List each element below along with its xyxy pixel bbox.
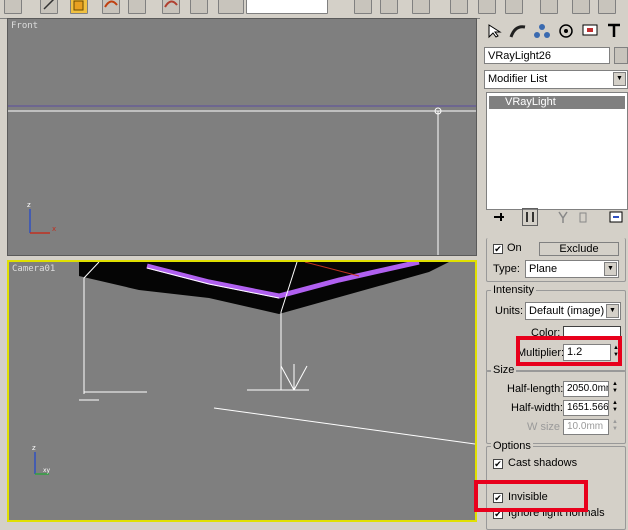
w-size-spinner-icon[interactable]: ▲ ▼	[611, 419, 619, 435]
type-value: Plane	[529, 263, 558, 275]
size-group: Size Half-length: 2050.0mm ▲▼ Half-width…	[486, 364, 626, 444]
material-editor-button[interactable]	[505, 0, 523, 14]
utilities-tab-icon[interactable]	[604, 20, 624, 42]
modifier-list-dropdown[interactable]: Modifier List ▼	[484, 70, 628, 89]
half-length-field[interactable]: 2050.0mm	[563, 381, 609, 397]
align-tool-button[interactable]	[380, 0, 398, 14]
stack-item-vraylight[interactable]: VRayLight	[489, 96, 625, 109]
curve-editor-button[interactable]	[450, 0, 468, 14]
half-width-spinner-icon[interactable]: ▲ ▼	[611, 400, 619, 416]
svg-text:x: x	[52, 225, 56, 233]
cast-shadows-checkbox[interactable]: ✔	[493, 459, 503, 469]
command-panel: VRayLight26 Modifier List ▼ VRayLight ✔ …	[480, 18, 628, 530]
on-checkbox[interactable]: ✔	[493, 244, 503, 254]
w-size-field[interactable]: 10.0mm	[563, 419, 609, 435]
chevron-down-icon: ▼	[606, 304, 619, 318]
half-length-spinner-icon[interactable]: ▲ ▼	[611, 381, 619, 397]
axis-tripod-icon: z xy	[32, 444, 51, 475]
move-tool-button[interactable]	[40, 0, 58, 14]
hierarchy-tab-icon[interactable]	[532, 20, 552, 42]
link-tool-button[interactable]	[102, 0, 120, 14]
camera-scene: z xy	[32, 262, 475, 475]
configure-modifier-sets-icon[interactable]	[608, 210, 624, 227]
display-tab-icon[interactable]	[580, 20, 600, 42]
remove-modifier-icon[interactable]	[576, 210, 590, 227]
cast-shadows-label: Cast shadows	[508, 457, 578, 469]
svg-text:z: z	[27, 201, 31, 209]
bind-tool-button[interactable]	[128, 0, 146, 14]
size-title: Size	[491, 364, 517, 376]
camera-viewport[interactable]: Camera01 z xy	[7, 260, 477, 522]
select-tool-button[interactable]	[4, 0, 22, 14]
type-label: Type:	[493, 263, 520, 275]
render-frame-button[interactable]	[572, 0, 590, 14]
half-length-label: Half-length:	[507, 383, 564, 395]
w-size-label: W size	[527, 421, 560, 433]
axis-tripod-icon: z x	[27, 201, 56, 234]
box-icon-button[interactable]	[70, 0, 88, 14]
render-setup-button[interactable]	[540, 0, 558, 14]
on-label: On	[507, 242, 522, 254]
type-dropdown[interactable]: Plane ▼	[525, 260, 619, 278]
unlink-tool-button[interactable]	[162, 0, 180, 14]
modify-tab-icon[interactable]	[508, 20, 528, 42]
schematic-button[interactable]	[478, 0, 496, 14]
main-toolbar	[0, 0, 628, 19]
half-width-field[interactable]: 1651.566	[563, 400, 609, 416]
front-scene: z x	[8, 105, 476, 255]
chevron-down-icon: ▼	[613, 72, 626, 86]
reference-coord-button[interactable]	[218, 0, 244, 14]
rotate-tool-button[interactable]	[190, 0, 208, 14]
pin-stack-icon[interactable]	[492, 210, 506, 227]
object-name-field[interactable]: VRayLight26	[484, 47, 610, 64]
general-group: ✔ On Exclude Type: Plane ▼	[486, 238, 626, 282]
modifier-stack[interactable]: VRayLight	[486, 92, 628, 210]
units-label: Units:	[495, 305, 524, 317]
quick-render-button[interactable]	[598, 0, 616, 14]
svg-text:z: z	[32, 444, 36, 452]
intensity-title: Intensity	[491, 284, 536, 296]
front-viewport[interactable]: Front z x	[7, 18, 477, 256]
stack-controls	[490, 208, 628, 228]
modifier-list-label: Modifier List	[488, 73, 548, 85]
selection-set-field[interactable]	[246, 0, 328, 14]
layers-tool-button[interactable]	[412, 0, 430, 14]
options-title: Options	[491, 440, 533, 452]
svg-text:xy: xy	[43, 467, 51, 474]
mirror-tool-button[interactable]	[354, 0, 372, 14]
multiplier-highlight	[516, 336, 622, 366]
object-color-swatch[interactable]	[614, 47, 628, 64]
invisible-highlight	[474, 480, 588, 512]
units-value: Default (image)	[529, 305, 605, 317]
units-dropdown[interactable]: Default (image) ▼	[525, 302, 621, 320]
exclude-button[interactable]: Exclude	[539, 242, 619, 256]
chevron-down-icon: ▼	[604, 262, 617, 276]
create-tab-icon[interactable]	[484, 20, 504, 42]
half-width-label: Half-width:	[511, 402, 563, 414]
show-end-result-icon[interactable]	[522, 208, 538, 226]
motion-tab-icon[interactable]	[556, 20, 576, 42]
make-unique-icon[interactable]	[556, 210, 570, 227]
